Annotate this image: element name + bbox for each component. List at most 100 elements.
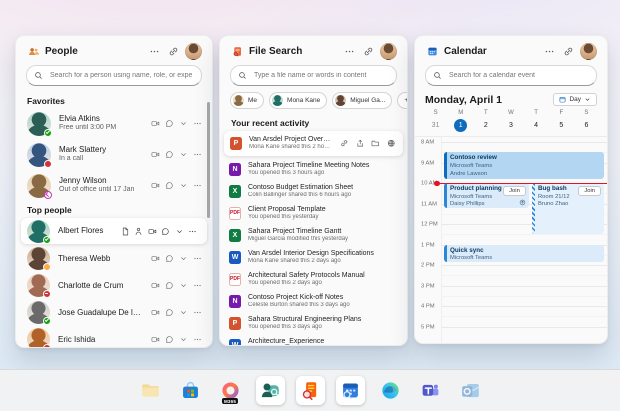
open-in-browser-icon[interactable]: [387, 139, 396, 148]
chat-icon[interactable]: [165, 181, 174, 190]
person-row[interactable]: Jenny Wilson Out of office until 17 Jan: [16, 170, 212, 201]
more-icon[interactable]: [193, 308, 202, 317]
calendar-event[interactable]: Contoso review Microsoft Teams Andre Law…: [444, 152, 604, 179]
link-icon[interactable]: [361, 45, 375, 59]
file-row[interactable]: P Van Arsdel Project Overview... Mona Ka…: [224, 131, 403, 156]
calendar-event[interactable]: Quick sync Microsoft Teams Cameron Evans: [444, 245, 604, 262]
video-call-icon[interactable]: [151, 150, 160, 159]
scrollbar[interactable]: [207, 102, 210, 218]
chevron-down-icon[interactable]: [179, 150, 188, 159]
calendar-search-box[interactable]: [425, 65, 597, 86]
chevron-down-icon[interactable]: [175, 227, 184, 236]
chat-icon[interactable]: [165, 281, 174, 290]
link-icon[interactable]: [561, 45, 575, 59]
file-search-box[interactable]: [230, 65, 397, 86]
person-row[interactable]: Mark Slattery In a call: [16, 139, 212, 170]
date-cell[interactable]: 2: [473, 119, 498, 132]
person-row[interactable]: Charlotte de Crum: [16, 272, 212, 299]
more-icon[interactable]: [188, 227, 197, 236]
person-row[interactable]: Eric Ishida: [16, 326, 212, 348]
file-row[interactable]: W Van Arsdel Interior Design Specificati…: [220, 246, 407, 268]
link-icon[interactable]: [166, 45, 180, 59]
more-options-icon[interactable]: [542, 45, 556, 59]
video-call-icon[interactable]: [151, 281, 160, 290]
account-avatar[interactable]: [580, 43, 597, 60]
file-search-input[interactable]: [252, 71, 389, 80]
video-call-icon[interactable]: [148, 227, 157, 236]
chevron-down-icon[interactable]: [179, 308, 188, 317]
share-icon[interactable]: [356, 139, 365, 148]
file-row[interactable]: W Architecture_Experience Mona Kane shar…: [220, 334, 407, 346]
video-call-icon[interactable]: [151, 254, 160, 263]
filter-chip[interactable]: +4: [397, 92, 408, 109]
chat-icon[interactable]: [165, 119, 174, 128]
filter-chip[interactable]: Miguel Ga...: [332, 92, 392, 109]
person-row[interactable]: Elvia Atkins Free until 3:00 PM: [16, 108, 212, 139]
more-icon[interactable]: [193, 254, 202, 263]
file-row[interactable]: N Contoso Project Kick-off Notes Celeste…: [220, 290, 407, 312]
people-search-input[interactable]: [48, 71, 194, 80]
document-icon[interactable]: [121, 227, 130, 236]
file-row[interactable]: X Sahara Project Timeline Gantt Miguel G…: [220, 224, 407, 246]
chevron-down-icon[interactable]: [179, 281, 188, 290]
calendar-search-input[interactable]: [447, 71, 589, 80]
chat-icon[interactable]: [165, 335, 174, 344]
copy-link-icon[interactable]: [340, 139, 349, 148]
taskbar-icon-teams[interactable]: [416, 376, 445, 405]
taskbar-icon-people-search-app[interactable]: [256, 376, 285, 405]
more-options-icon[interactable]: [147, 45, 161, 59]
video-call-icon[interactable]: [151, 181, 160, 190]
calendar-event[interactable]: Product planning Microsoft Teams Daisy P…: [444, 183, 529, 208]
more-icon[interactable]: [193, 281, 202, 290]
person-row[interactable]: Albert Flores: [21, 218, 207, 244]
chat-icon[interactable]: [165, 254, 174, 263]
filter-chip[interactable]: Mona Kane: [269, 92, 327, 109]
more-icon[interactable]: [193, 335, 202, 344]
more-options-icon[interactable]: [342, 45, 356, 59]
taskbar-icon-microsoft-store[interactable]: [176, 376, 205, 405]
chevron-down-icon[interactable]: [179, 119, 188, 128]
taskbar-icon-calendar-search-app[interactable]: [336, 376, 365, 405]
file-row[interactable]: PDF Architectural Safety Protocols Manua…: [220, 268, 407, 290]
taskbar-icon-file-search-app[interactable]: [296, 376, 325, 405]
more-icon[interactable]: [193, 181, 202, 190]
file-row[interactable]: PDF Client Proposal Template You opened …: [220, 202, 407, 224]
taskbar-icon-microsoft-365[interactable]: M365: [216, 376, 245, 405]
date-cell[interactable]: 3: [498, 119, 523, 132]
people-search-box[interactable]: [26, 65, 202, 86]
taskbar-icon-outlook[interactable]: [456, 376, 485, 405]
more-icon[interactable]: [193, 119, 202, 128]
video-call-icon[interactable]: [151, 335, 160, 344]
open-folder-icon[interactable]: [371, 139, 380, 148]
day-view-button[interactable]: Day: [553, 93, 597, 106]
date-cell[interactable]: 6: [574, 119, 599, 132]
chevron-down-icon[interactable]: [179, 254, 188, 263]
date-cell[interactable]: 31: [423, 119, 448, 132]
more-icon[interactable]: [193, 150, 202, 159]
file-row[interactable]: P Sahara Structural Engineering Plans Yo…: [220, 312, 407, 334]
taskbar-icon-file-explorer[interactable]: [136, 376, 165, 405]
chevron-down-icon[interactable]: [179, 335, 188, 344]
filter-chip[interactable]: Me: [230, 92, 264, 109]
video-call-icon[interactable]: [151, 119, 160, 128]
person-row[interactable]: Theresa Webb: [16, 245, 212, 272]
org-chart-icon[interactable]: [134, 227, 143, 236]
chat-icon[interactable]: [165, 150, 174, 159]
date-cell[interactable]: 1: [448, 119, 473, 132]
chat-icon[interactable]: [161, 227, 170, 236]
taskbar-icon-edge[interactable]: [376, 376, 405, 405]
account-avatar[interactable]: [185, 43, 202, 60]
file-title: Van Arsdel Interior Design Specification…: [248, 249, 398, 258]
join-button[interactable]: Join: [503, 186, 526, 196]
file-row[interactable]: X Contoso Budget Estimation Sheet Colin …: [220, 180, 407, 202]
video-call-icon[interactable]: [151, 308, 160, 317]
account-avatar[interactable]: [380, 43, 397, 60]
date-cell[interactable]: 4: [524, 119, 549, 132]
date-cell[interactable]: 5: [549, 119, 574, 132]
chat-icon[interactable]: [165, 308, 174, 317]
calendar-event[interactable]: Bug bash Room 21/12 Bruno Zhao Join: [532, 183, 604, 234]
file-row[interactable]: N Sahara Project Timeline Meeting Notes …: [220, 158, 407, 180]
chevron-down-icon[interactable]: [179, 181, 188, 190]
person-row[interactable]: Jose Guadalupe De la Torre: [16, 299, 212, 326]
join-button[interactable]: Join: [578, 186, 601, 196]
